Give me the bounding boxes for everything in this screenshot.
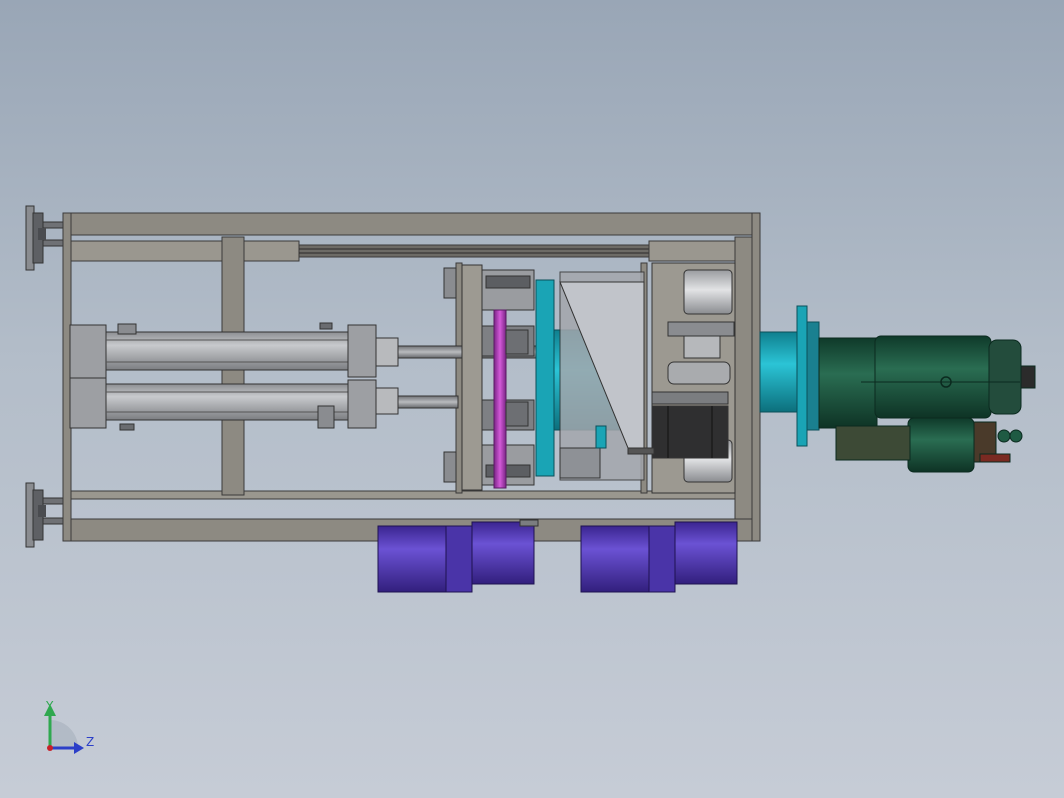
triad-y-label: Y: [46, 699, 54, 713]
cad-viewport[interactable]: Y Z: [0, 0, 1064, 798]
purple-motor-left[interactable]: [377, 519, 539, 593]
origin-dot-icon: [47, 745, 53, 751]
green-motor[interactable]: [818, 335, 1036, 473]
assembly-model[interactable]: [0, 0, 1064, 798]
purple-motor-right[interactable]: [580, 521, 738, 593]
piston-rod-lower: [397, 395, 459, 409]
leveling-feet-top[interactable]: [25, 205, 64, 271]
output-shaft-flange[interactable]: [759, 305, 820, 447]
leveling-feet-bottom[interactable]: [25, 482, 64, 548]
triad-z-label: Z: [86, 735, 95, 749]
